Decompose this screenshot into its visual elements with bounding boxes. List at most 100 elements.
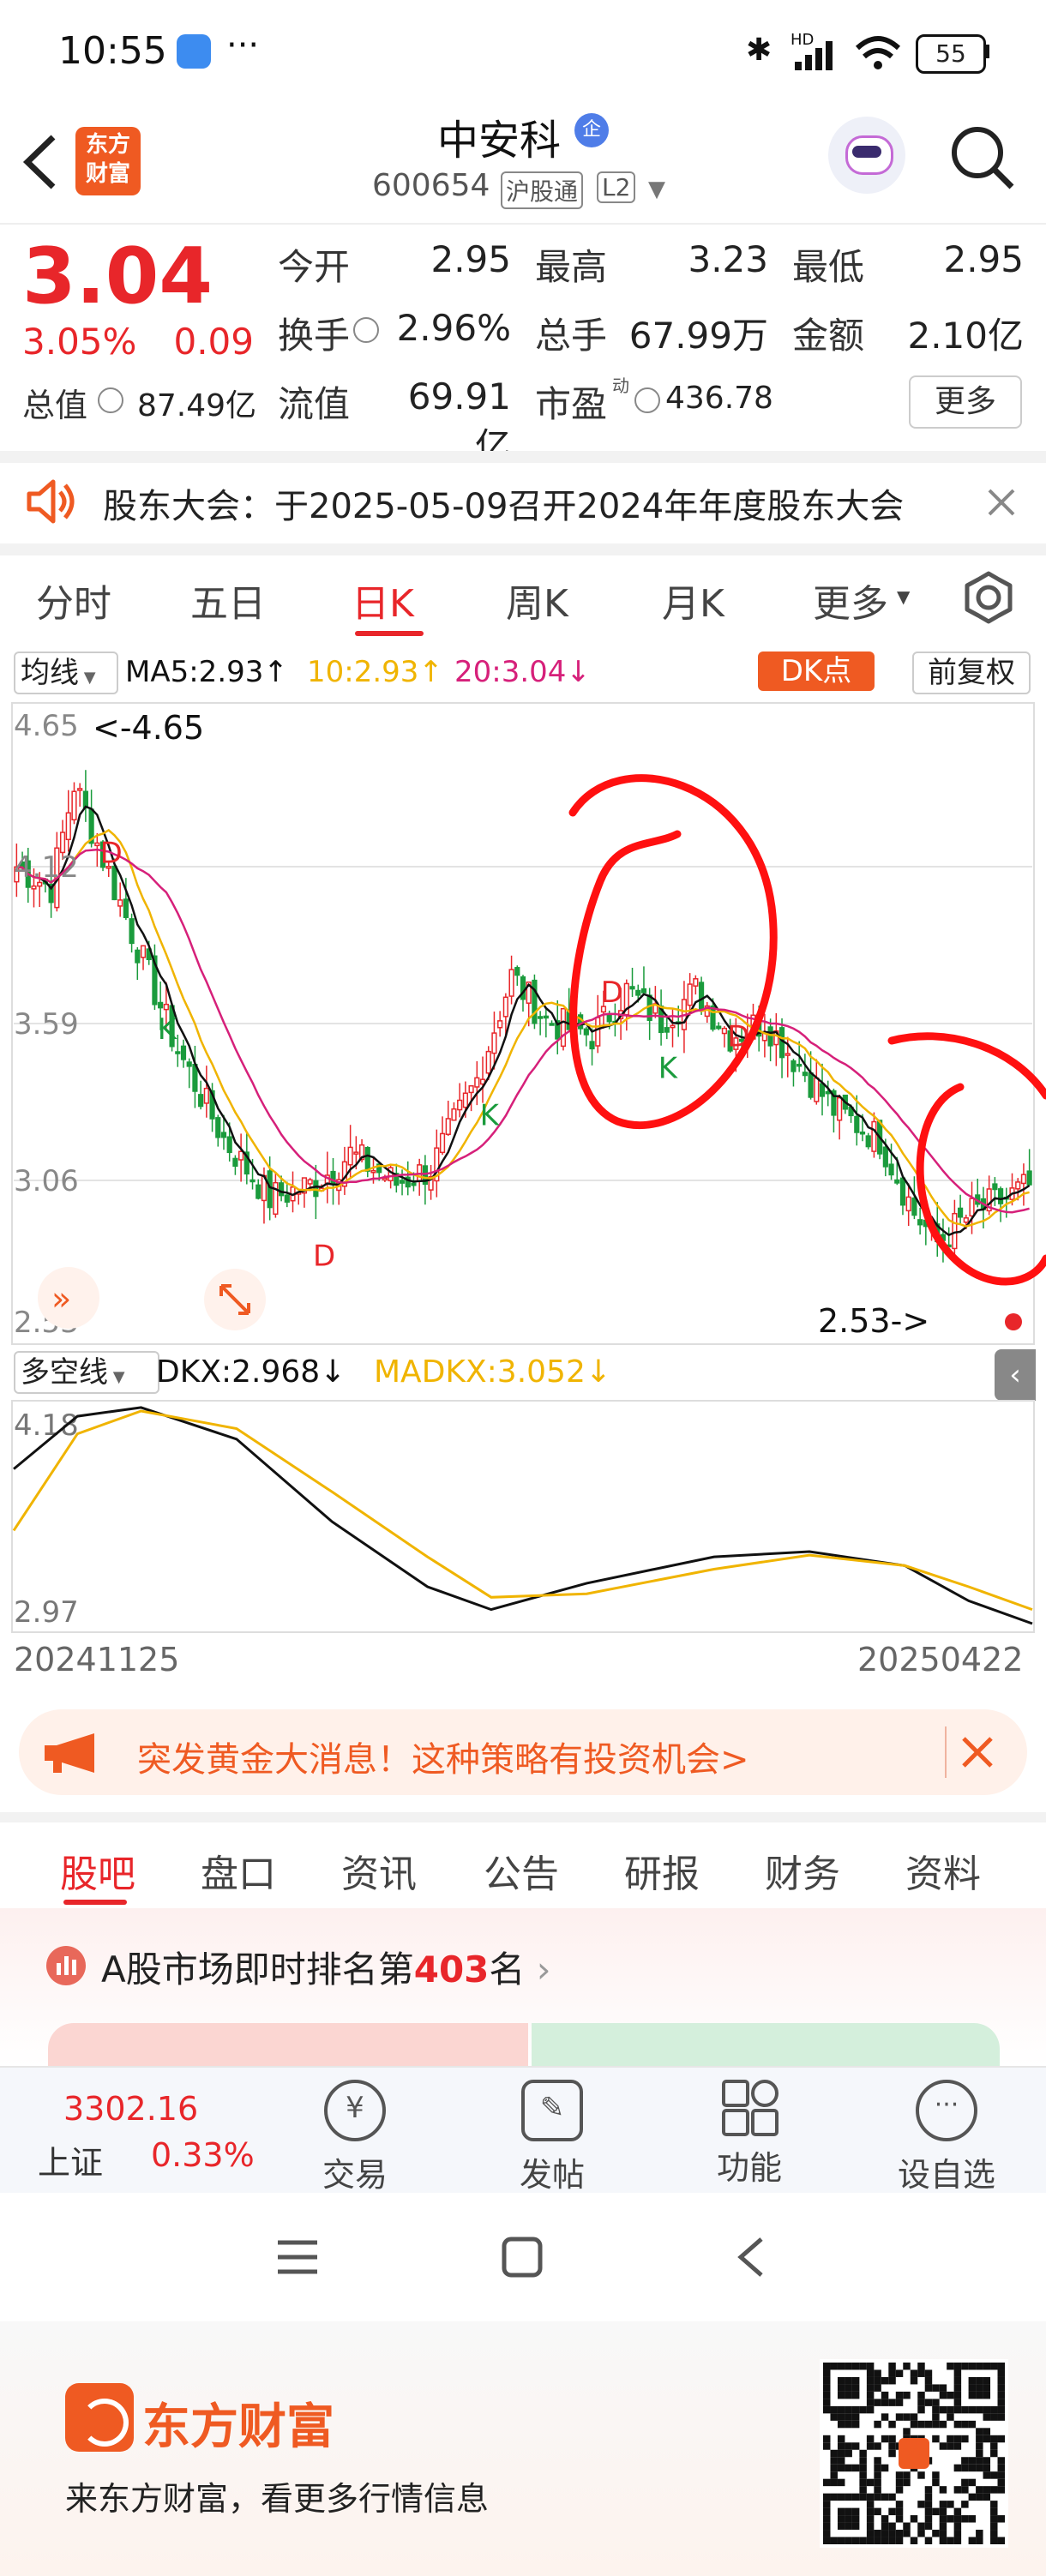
candle-body: [111, 865, 117, 901]
wifi-icon: [855, 36, 901, 69]
qr-module: [939, 2405, 947, 2414]
qr-module: [997, 2391, 1005, 2399]
more-button[interactable]: 更多: [909, 375, 1022, 429]
qr-module: [947, 2442, 954, 2450]
candle-body: [255, 1184, 262, 1199]
sub-indicator-selector-label: 多空线: [21, 1355, 108, 1390]
qr-module: [947, 2435, 954, 2443]
candle-body: [911, 1197, 917, 1216]
notice-bar[interactable]: 股东大会：于2025-05-09召开2024年年度股东大会: [0, 463, 1046, 543]
qr-module: [881, 2376, 889, 2385]
tab-news[interactable]: 资讯: [341, 1843, 417, 1898]
candle-body: [313, 1180, 319, 1198]
qr-module: [968, 2537, 977, 2544]
search-icon[interactable]: [948, 123, 1017, 192]
qr-module: [895, 2501, 904, 2508]
qr-module: [845, 2363, 852, 2370]
qr-module: [845, 2384, 852, 2392]
divider: [0, 451, 1046, 463]
qr-module: [830, 2413, 838, 2421]
candlestick-chart[interactable]: DKDKDKD 4.654.123.593.062.53 <-4.65 2.53…: [0, 701, 1046, 1346]
indicator-selector[interactable]: 均线 ▼: [14, 652, 118, 694]
qr-module: [990, 2507, 998, 2516]
qr-module: [851, 2384, 860, 2392]
close-icon[interactable]: [960, 1735, 995, 1769]
tab-profile[interactable]: 资料: [905, 1843, 981, 1898]
qr-module: [910, 2413, 918, 2421]
candle-body: [549, 1023, 555, 1026]
tab-five-day[interactable]: 五日: [190, 573, 266, 627]
qr-module: [983, 2464, 991, 2472]
qr-module: [866, 2530, 875, 2537]
candle-body: [532, 979, 538, 1024]
qr-module: [968, 2420, 977, 2429]
index-name[interactable]: 上证: [38, 2136, 103, 2183]
candle-body: [882, 1146, 888, 1168]
index-value[interactable]: 3302.16: [63, 2090, 198, 2128]
qr-module: [924, 2384, 933, 2392]
qr-module: [888, 2363, 896, 2370]
tab-forum[interactable]: 股吧: [60, 1843, 135, 1898]
qr-module: [903, 2530, 911, 2537]
nav-add-watchlist[interactable]: ··· 设自选: [878, 2080, 1015, 2195]
info-icon[interactable]: [353, 317, 379, 343]
qr-module: [881, 2530, 889, 2537]
qr-module: [968, 2405, 977, 2414]
qr-module: [932, 2420, 940, 2429]
dkx-chart[interactable]: 4.18 2.97: [0, 1399, 1046, 1639]
tab-weekly-k[interactable]: 周K: [506, 573, 568, 627]
sub-indicator-selector[interactable]: 多空线 ▼: [14, 1351, 159, 1394]
qr-module: [830, 2449, 838, 2458]
nav-trade[interactable]: ¥ 交易: [286, 2080, 424, 2195]
tab-research[interactable]: 研报: [624, 1843, 700, 1898]
qr-module: [983, 2428, 991, 2435]
dk-point-button[interactable]: DK点: [758, 652, 875, 691]
tab-announcements[interactable]: 公告: [484, 1843, 559, 1898]
tab-finance[interactable]: 财务: [765, 1843, 840, 1898]
qr-module: [866, 2405, 875, 2414]
qr-module: [976, 2442, 983, 2450]
back-icon[interactable]: [19, 132, 62, 192]
home-icon[interactable]: [501, 2236, 544, 2279]
settings-gear-icon[interactable]: [960, 569, 1017, 626]
tab-daily-k[interactable]: 日K: [352, 573, 414, 627]
menu-icon[interactable]: [276, 2237, 319, 2277]
index-change[interactable]: 0.33%: [151, 2136, 255, 2174]
qr-module: [859, 2478, 867, 2487]
tab-order-book[interactable]: 盘口: [201, 1843, 276, 1898]
close-icon[interactable]: [984, 485, 1019, 519]
candle-body: [1020, 1174, 1027, 1185]
back-icon[interactable]: [734, 2236, 768, 2279]
qr-module: [983, 2391, 991, 2399]
tab-intraday[interactable]: 分时: [36, 573, 111, 627]
candle-body: [439, 1132, 446, 1154]
collapse-panel-button[interactable]: ‹: [995, 1349, 1036, 1401]
qr-module: [983, 2435, 991, 2443]
info-icon[interactable]: [98, 387, 123, 413]
nav-functions[interactable]: 功能: [681, 2080, 818, 2189]
quote-label-high: 最高: [535, 246, 608, 288]
qr-module: [939, 2391, 947, 2399]
qr-module: [932, 2530, 940, 2537]
qr-module: [888, 2530, 896, 2537]
qr-module: [997, 2515, 1005, 2523]
qr-module: [953, 2399, 962, 2406]
qr-module: [837, 2457, 845, 2465]
info-icon[interactable]: [634, 387, 660, 413]
tab-monthly-k[interactable]: 月K: [662, 573, 724, 627]
ad-banner[interactable]: 突发黄金大消息！这种策略有投资机会>: [19, 1709, 1027, 1795]
ranking-card[interactable]: A股市场即时排名第403名 ›: [0, 1908, 1046, 2066]
forward-adjust-button[interactable]: 前复权: [912, 652, 1031, 694]
ranking-number: 403: [413, 1949, 490, 1991]
qr-module: [895, 2530, 904, 2537]
candle-body: [721, 1027, 728, 1035]
grid-icon: [722, 2080, 778, 2136]
app-footer: 东方财富 来东方财富，看更多行情信息: [0, 2321, 1046, 2576]
qr-module: [932, 2435, 940, 2443]
battery-tip: [984, 45, 989, 58]
robot-assistant-icon[interactable]: [828, 117, 905, 194]
qr-module: [976, 2530, 983, 2537]
chevron-down-icon[interactable]: ▼: [648, 177, 665, 202]
tab-more[interactable]: 更多: [813, 573, 888, 627]
nav-post[interactable]: ✎ 发帖: [484, 2080, 621, 2195]
